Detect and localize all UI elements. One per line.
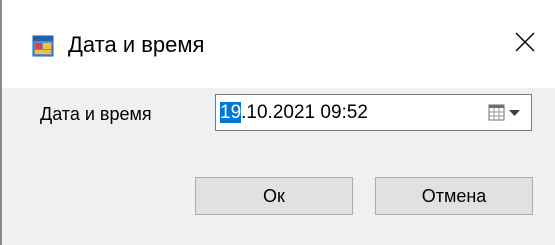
datetime-value-rest[interactable]: .10.2021 09:52 [241, 102, 368, 123]
close-icon [514, 31, 536, 58]
datetime-label: Дата и время [40, 104, 152, 124]
cancel-button[interactable]: Отмена [375, 177, 533, 215]
form-window-icon [32, 35, 54, 57]
dialog-window: Дата и время Дата и время 19.10.2021 09:… [0, 0, 555, 245]
ok-button[interactable]: Ок [195, 177, 353, 215]
title-bar[interactable]: Дата и время [2, 0, 555, 88]
dialog-client-area: Дата и время 19.10.2021 09:52 Ок Отмена [2, 88, 555, 245]
close-button[interactable] [503, 25, 547, 63]
datetime-picker[interactable]: 19.10.2021 09:52 [215, 94, 532, 131]
calendar-dropdown-icon[interactable] [487, 103, 525, 123]
datetime-day-selected[interactable]: 19 [220, 102, 242, 123]
window-title: Дата и время [68, 32, 205, 57]
datetime-value[interactable]: 19.10.2021 09:52 [220, 101, 368, 125]
